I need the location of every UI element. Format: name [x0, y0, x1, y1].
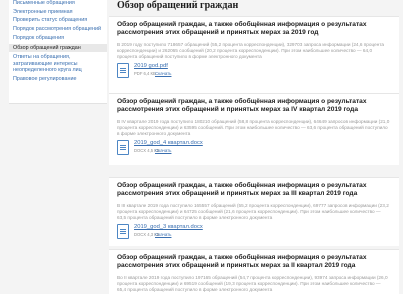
document-icon — [117, 63, 129, 79]
card-title: Обзор обращений граждан, а также обобщён… — [117, 182, 367, 198]
sidebar-item-appeal-procedure[interactable]: Порядок обращения — [9, 35, 107, 41]
sidebar-item-legal-regulation[interactable]: Правовое регулирование — [9, 76, 107, 82]
sidebar-item-written-appeals[interactable]: Письменные обращения — [9, 0, 107, 6]
document-icon — [117, 140, 129, 156]
download-link[interactable]: Скачать — [155, 232, 171, 237]
report-card-q4-2019: Обзор обращений граждан, а также обобщён… — [109, 93, 399, 165]
sidebar-item-appeals-review[interactable]: Обзор обращений граждан — [9, 43, 107, 52]
document-icon — [117, 224, 129, 240]
card-title: Обзор обращений граждан, а также обобщён… — [117, 254, 367, 270]
file-link[interactable]: 2019_god_4 квартал.docx — [134, 140, 203, 146]
download-link[interactable]: Скачать — [155, 148, 171, 153]
sidebar-item-answers[interactable]: Ответы на обращения, затрагивающие интер… — [9, 54, 107, 73]
file-attachment: 2019_god_3 квартал.docx DOCX 4,3 КБ Скач… — [117, 224, 399, 240]
file-link[interactable]: 2019 god.pdf — [134, 63, 168, 69]
card-description: В III квартале 2019 года поступило 16555… — [117, 203, 389, 220]
report-card-q3-2019: Обзор обращений граждан, а также обобщён… — [109, 177, 399, 246]
download-link[interactable]: Скачать — [155, 71, 171, 76]
main-content: Обзор обращений граждан Обзор обращений … — [107, 0, 403, 294]
report-card-q2-2019: Обзор обращений граждан, а также обобщён… — [109, 249, 399, 294]
report-card-2019: Обзор обращений граждан, а также обобщён… — [109, 16, 399, 98]
card-title: Обзор обращений граждан, а также обобщён… — [117, 21, 367, 37]
card-description: В IV квартале 2019 года поступило 180210… — [117, 119, 390, 136]
file-attachment: 2019 god.pdf PDF 6,4 КБ Скачать — [117, 63, 399, 79]
card-description: В 2019 году поступило 718657 обращений (… — [117, 42, 385, 59]
card-description: Во II квартале 2019 года поступило 19716… — [117, 275, 388, 292]
sidebar-item-review-procedure[interactable]: Порядок рассмотрения обращений — [9, 26, 107, 32]
file-attachment: 2019_god_4 квартал.docx DOCX 4,5 КБ Скач… — [117, 140, 399, 156]
sidebar: Письменные обращения Электронные приемна… — [0, 0, 107, 294]
sidebar-item-electronic-reception[interactable]: Электронные приемная — [9, 9, 107, 15]
sidebar-nav: Письменные обращения Электронные приемна… — [9, 0, 107, 104]
sidebar-item-check-status[interactable]: Проверить статус обращения — [9, 17, 107, 23]
file-link[interactable]: 2019_god_3 квартал.docx — [134, 224, 203, 230]
file-meta: PDF 6,4 КБ — [134, 71, 156, 77]
page-title: Обзор обращений граждан — [117, 0, 239, 11]
card-title: Обзор обращений граждан, а также обобщён… — [117, 98, 367, 114]
